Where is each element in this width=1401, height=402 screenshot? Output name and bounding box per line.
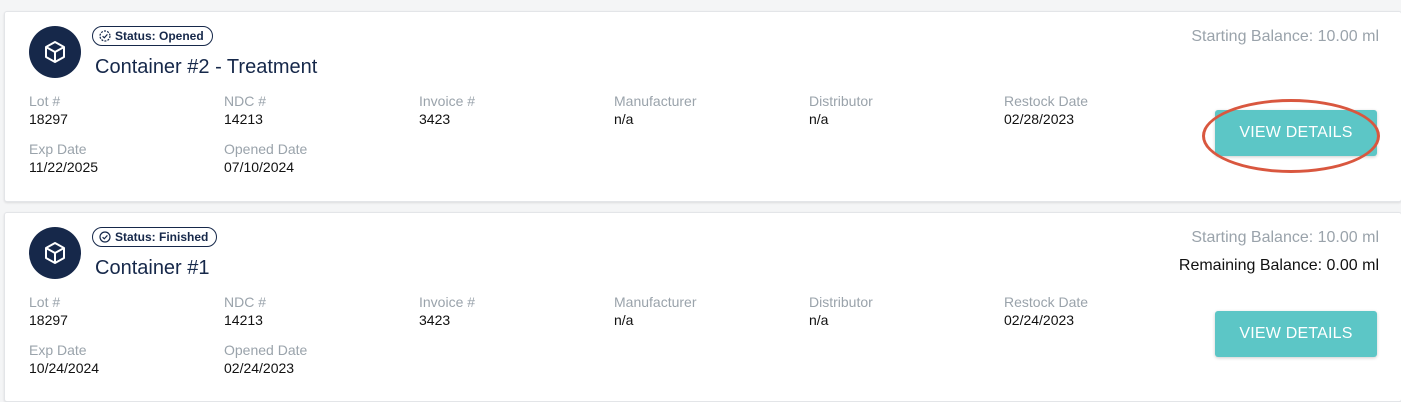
starting-balance: Starting Balance: 10.00 ml — [1191, 28, 1379, 45]
field-label: Invoice # — [419, 93, 476, 109]
field-value: n/a — [809, 312, 829, 328]
field-value: 10/24/2024 — [29, 360, 100, 376]
field-value: 18297 — [29, 312, 68, 328]
container-card: Status: Finished Container #1 Starting B… — [4, 212, 1401, 402]
field-value: n/a — [614, 312, 634, 328]
field-distributor: Distributor n/a — [809, 92, 873, 128]
field-invoice: Invoice # 3423 — [419, 293, 475, 329]
view-details-button[interactable]: VIEW DETAILS — [1215, 110, 1377, 156]
box-icon — [29, 26, 81, 78]
field-label: NDC # — [224, 93, 267, 109]
container-card: Status: Opened Container #2 - Treatment … — [4, 11, 1401, 202]
field-value: 11/22/2025 — [29, 159, 99, 175]
field-invoice: Invoice # 3423 — [419, 92, 475, 128]
field-label: Opened Date — [224, 141, 308, 157]
field-label: Distributor — [809, 294, 873, 310]
field-value: 02/24/2023 — [224, 360, 295, 376]
field-label: Manufacturer — [614, 294, 697, 310]
field-value: 18297 — [29, 111, 68, 127]
field-value: 02/28/2023 — [1004, 111, 1075, 127]
field-value: 3423 — [419, 312, 451, 328]
field-label: Manufacturer — [614, 93, 697, 109]
field-label: Invoice # — [419, 294, 476, 310]
field-distributor: Distributor n/a — [809, 293, 873, 329]
clock-check-icon — [99, 30, 111, 42]
field-ndc: NDC # 14213 — [224, 92, 266, 128]
check-circle-icon — [99, 231, 111, 243]
field-label: Restock Date — [1004, 93, 1089, 109]
field-value: 3423 — [419, 111, 451, 127]
field-value: n/a — [809, 111, 829, 127]
box-icon — [29, 227, 81, 279]
field-label: Lot # — [29, 294, 61, 310]
field-opened-date: Opened Date 07/10/2024 — [224, 140, 307, 176]
field-label: Exp Date — [29, 342, 87, 358]
field-value: n/a — [614, 111, 634, 127]
remaining-balance: Remaining Balance: 0.00 ml — [1178, 257, 1379, 274]
container-title: Container #1 — [95, 257, 210, 279]
view-details-button[interactable]: VIEW DETAILS — [1215, 311, 1377, 357]
starting-balance: Starting Balance: 10.00 ml — [1191, 229, 1379, 246]
field-label: Opened Date — [224, 342, 308, 358]
status-badge: Status: Opened — [92, 26, 213, 46]
field-value: 14213 — [224, 312, 263, 328]
field-label: Exp Date — [29, 141, 87, 157]
field-label: Restock Date — [1004, 294, 1089, 310]
field-opened-date: Opened Date 02/24/2023 — [224, 341, 307, 377]
field-manufacturer: Manufacturer n/a — [614, 293, 696, 329]
status-text: Status: Finished — [115, 230, 209, 244]
field-exp-date: Exp Date 11/22/2025 — [29, 140, 98, 176]
field-restock-date: Restock Date 02/24/2023 — [1004, 293, 1088, 329]
container-title: Container #2 - Treatment — [95, 56, 318, 78]
field-value: 02/24/2023 — [1004, 312, 1075, 328]
field-value: 14213 — [224, 111, 263, 127]
field-ndc: NDC # 14213 — [224, 293, 266, 329]
field-lot: Lot # 18297 — [29, 293, 68, 329]
status-text: Status: Opened — [115, 29, 204, 43]
field-value: 07/10/2024 — [224, 159, 295, 175]
field-exp-date: Exp Date 10/24/2024 — [29, 341, 99, 377]
field-label: NDC # — [224, 294, 267, 310]
field-lot: Lot # 18297 — [29, 92, 68, 128]
field-manufacturer: Manufacturer n/a — [614, 92, 696, 128]
field-restock-date: Restock Date 02/28/2023 — [1004, 92, 1088, 128]
status-badge: Status: Finished — [92, 227, 218, 247]
field-label: Lot # — [29, 93, 61, 109]
field-label: Distributor — [809, 93, 873, 109]
